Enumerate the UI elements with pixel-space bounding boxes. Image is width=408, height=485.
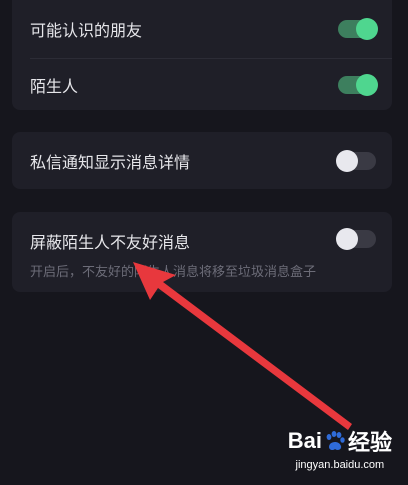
block-unfriendly-description: 开启后，不友好的陌生人消息将移至垃圾消息盒子: [30, 265, 317, 280]
watermark-logo: Bai 经验: [288, 425, 392, 457]
block-strangers-card: 屏蔽陌生人不友好消息 开启后，不友好的陌生人消息将移至垃圾消息盒子: [12, 212, 392, 292]
possible-friends-label: 可能认识的朋友: [30, 21, 143, 40]
possible-friends-toggle[interactable]: [338, 18, 378, 40]
block-unfriendly-label: 屏蔽陌生人不友好消息: [30, 233, 191, 252]
paw-icon: [326, 431, 345, 451]
watermark-logo-text-2: 经验: [347, 430, 392, 455]
baidu-jingyan-watermark: Bai 经验 jingyan.baidu.com: [288, 425, 392, 471]
row-block-unfriendly[interactable]: 屏蔽陌生人不友好消息 开启后，不友好的陌生人消息将移至垃圾消息盒子: [12, 212, 392, 292]
dm-notification-details-toggle[interactable]: [336, 149, 376, 172]
block-unfriendly-toggle[interactable]: [336, 228, 376, 250]
recommend-settings-card: 可能认识的朋友 陌生人: [12, 0, 392, 110]
row-possible-friends[interactable]: 可能认识的朋友: [12, 0, 392, 58]
block-unfriendly-text: 屏蔽陌生人不友好消息 开启后，不友好的陌生人消息将移至垃圾消息盒子: [30, 212, 316, 280]
toggle-knob: [356, 18, 378, 40]
watermark-url: jingyan.baidu.com: [295, 459, 385, 471]
dm-notification-details-label: 私信通知显示消息详情: [30, 152, 191, 172]
strangers-label: 陌生人: [30, 76, 79, 96]
row-dm-notification-details[interactable]: 私信通知显示消息详情: [12, 132, 392, 189]
message-notification-card: 私信通知显示消息详情: [12, 132, 392, 189]
strangers-toggle[interactable]: [338, 73, 378, 96]
toggle-knob: [336, 149, 358, 172]
watermark-logo-text-1: Bai: [287, 428, 322, 453]
settings-screen: 可能认识的朋友 陌生人 私信通知显示消息详情 屏蔽陌生人不友好消息 开启后，不友…: [0, 0, 408, 485]
toggle-knob: [356, 73, 378, 96]
toggle-knob: [336, 228, 358, 250]
row-strangers[interactable]: 陌生人: [12, 59, 392, 110]
